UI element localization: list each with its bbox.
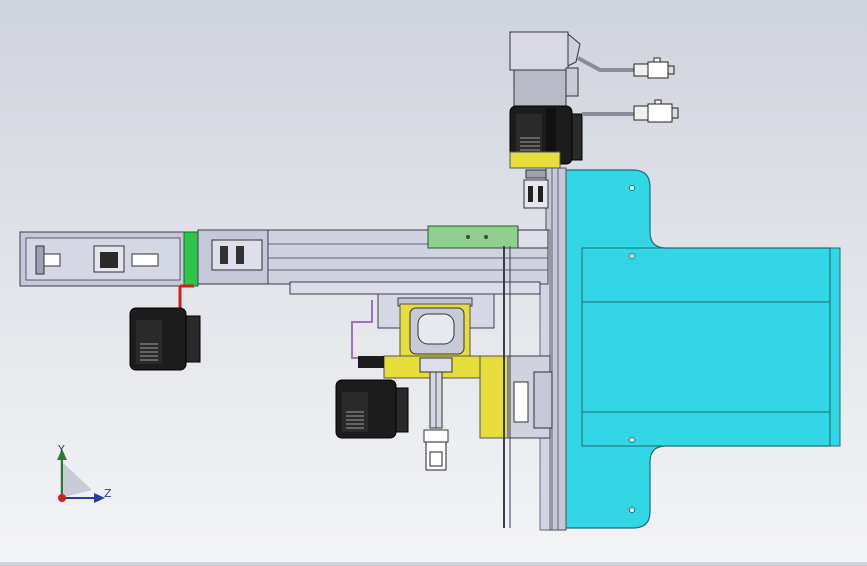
coordinate-triad: Y Z: [57, 443, 112, 503]
vertical-column[interactable]: [539, 167, 567, 531]
origin-marker: [58, 494, 66, 502]
assembly-drawing: Y Z: [19, 31, 841, 531]
cyan-base-plate[interactable]: [564, 169, 841, 529]
z-axis-label: Z: [104, 487, 112, 500]
horizontal-linear-axis[interactable]: [19, 225, 549, 295]
y-axis-label: Y: [57, 443, 65, 456]
cad-viewport[interactable]: Y Z: [0, 0, 867, 562]
left-motor[interactable]: [129, 284, 201, 371]
